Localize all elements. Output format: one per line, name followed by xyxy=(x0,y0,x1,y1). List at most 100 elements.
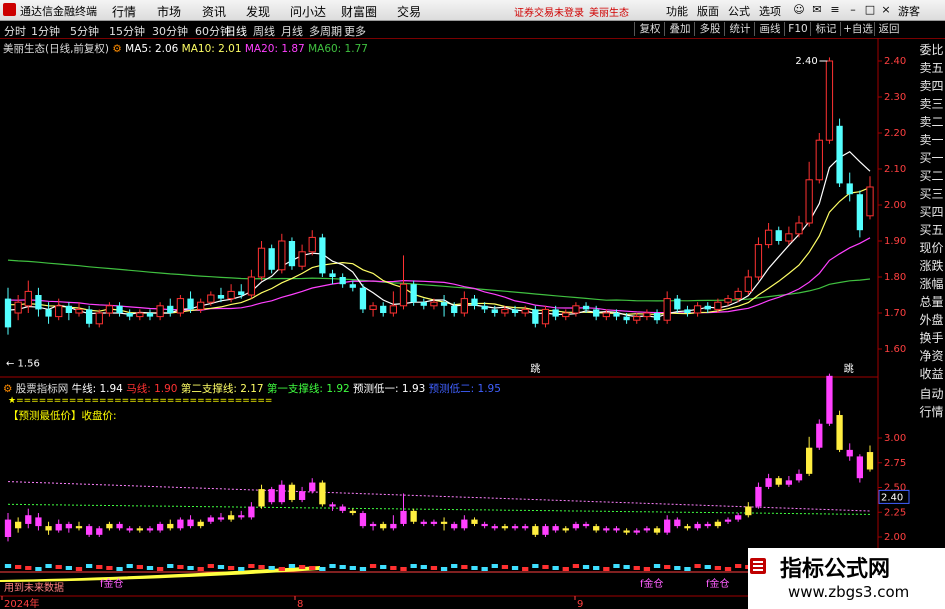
ind-bar-30 xyxy=(309,482,316,492)
tf-daily[interactable]: 日线 xyxy=(225,23,247,39)
candle-body-60 xyxy=(613,313,620,317)
btn-diejia[interactable]: 叠加 xyxy=(664,22,695,36)
ind-bar-5 xyxy=(55,523,62,531)
ind-bar-59 xyxy=(603,528,610,531)
menu-gongshi[interactable]: 公式 xyxy=(728,3,750,19)
timeframe-toolbar: 分时 1分钟 5分钟 15分钟 30分钟 60分钟 日线 周线 月线 多周期 更… xyxy=(0,21,945,39)
btn-huaxian[interactable]: 画线 xyxy=(754,22,785,36)
candle-body-12 xyxy=(126,313,133,317)
ind-bar-6 xyxy=(65,523,72,529)
btn-fuquan[interactable]: 复权 xyxy=(634,22,665,36)
band-marker-3 xyxy=(35,567,42,571)
login-warning[interactable]: 证券交易未登录 xyxy=(514,4,584,19)
y-tick-label-5: 1.90 xyxy=(884,236,906,247)
menu-zixun[interactable]: 资讯 xyxy=(202,3,226,20)
restore-icon[interactable]: □ xyxy=(862,2,878,17)
candle-body-79 xyxy=(805,179,813,224)
sidebar-item-9[interactable]: 买四 xyxy=(918,203,945,221)
ind-bar-70 xyxy=(714,521,722,527)
tf-15min[interactable]: 15分钟 xyxy=(109,23,145,39)
candle-body-6 xyxy=(65,305,72,313)
close-icon[interactable]: × xyxy=(878,2,894,17)
sidebar-item-16[interactable]: 换手 xyxy=(918,329,945,347)
band-marker-63 xyxy=(643,567,651,571)
menu-jiaoyi[interactable]: 交易 xyxy=(397,3,421,20)
btn-biaoji[interactable]: 标记 xyxy=(810,22,841,36)
sidebar-item-2[interactable]: 卖四 xyxy=(918,77,945,95)
tf-more[interactable]: 更多 xyxy=(344,23,366,39)
btn-tongji[interactable]: 统计 xyxy=(724,22,755,36)
menu-xuanxiang[interactable]: 选项 xyxy=(759,3,781,19)
sidebar-item-1[interactable]: 卖五 xyxy=(918,59,945,77)
sidebar-item-20[interactable]: 行情 xyxy=(918,403,945,421)
sidebar-item-19[interactable]: 自动 xyxy=(918,385,945,403)
menu-icon[interactable]: ≡ xyxy=(827,2,843,17)
candle-body-56 xyxy=(572,305,580,314)
menu-gongneng[interactable]: 功能 xyxy=(666,3,688,19)
sidebar-item-15[interactable]: 外盘 xyxy=(918,311,945,329)
sidebar-item-4[interactable]: 卖二 xyxy=(918,113,945,131)
btn-f10[interactable]: F10 xyxy=(784,22,811,36)
tf-monthly[interactable]: 月线 xyxy=(281,23,303,39)
tf-5min[interactable]: 5分钟 xyxy=(70,23,99,39)
ind-bar-32 xyxy=(329,504,336,507)
tf-30min[interactable]: 30分钟 xyxy=(152,23,188,39)
ind-bar-29 xyxy=(298,491,306,500)
ind-bar-28 xyxy=(288,484,296,500)
sidebar-item-7[interactable]: 买二 xyxy=(918,167,945,185)
tf-weekly[interactable]: 周线 xyxy=(253,23,275,39)
sidebar-item-18[interactable]: 收益 xyxy=(918,365,945,383)
ind-bar-65 xyxy=(664,519,671,533)
band-marker-21 xyxy=(217,565,225,569)
menu-hangqing[interactable]: 行情 xyxy=(112,3,136,20)
user-icon[interactable]: ☺ xyxy=(791,2,807,17)
btn-zixuan[interactable]: +自选 xyxy=(840,22,875,36)
tf-1min[interactable]: 1分钟 xyxy=(31,23,60,39)
menu-shichang[interactable]: 市场 xyxy=(157,3,181,20)
btn-fanhui[interactable]: 返回 xyxy=(874,22,903,36)
tf-multi[interactable]: 多周期 xyxy=(309,23,342,39)
message-icon[interactable]: ✉ xyxy=(809,2,825,17)
minimize-icon[interactable]: – xyxy=(845,2,861,17)
sidebar-item-11[interactable]: 现价 xyxy=(918,239,945,257)
watermark-logo-icon xyxy=(750,558,766,574)
chart-canvas[interactable]: 2.40 2.30 2.20 2.10 2.00 1.90 1.80 1.70 1.60 2.40… xyxy=(0,38,918,609)
ind-bar-62 xyxy=(633,530,640,533)
sidebar-item-17[interactable]: 净资 xyxy=(918,347,945,365)
btn-duogu[interactable]: 多股 xyxy=(694,22,725,36)
candle-body-29 xyxy=(298,251,306,267)
sidebar-item-8[interactable]: 买三 xyxy=(918,185,945,203)
sidebar-item-14[interactable]: 总量 xyxy=(918,293,945,311)
sidebar-item-5[interactable]: 卖一 xyxy=(918,131,945,149)
band-marker-38 xyxy=(390,566,397,570)
candle-body-27 xyxy=(278,240,286,271)
candle-body-7 xyxy=(75,308,83,314)
sidebar-item-13[interactable]: 涨幅 xyxy=(918,275,945,293)
candle-body-15 xyxy=(156,305,164,318)
sidebar-item-12[interactable]: 涨跌 xyxy=(918,257,945,275)
sidebar-item-0[interactable]: 委比 xyxy=(918,41,945,59)
band-marker-40 xyxy=(410,564,417,568)
ind-bar-77 xyxy=(785,480,793,485)
menu-banmian[interactable]: 版面 xyxy=(697,3,719,19)
sidebar-item-3[interactable]: 卖三 xyxy=(918,95,945,113)
ind-y-tick-label-3: 2.25 xyxy=(884,507,906,518)
candle-body-36 xyxy=(369,305,377,310)
candle-body-20 xyxy=(207,294,215,303)
ind-bar-69 xyxy=(704,523,711,527)
band-marker-25 xyxy=(258,565,265,569)
band-marker-55 xyxy=(562,567,569,571)
menu-caifuquan[interactable]: 财富圈 xyxy=(341,3,377,20)
band-marker-71 xyxy=(724,567,732,571)
band-marker-15 xyxy=(156,567,164,571)
menu-wenxiaoda[interactable]: 问小达 xyxy=(290,3,326,20)
ind-bar-50 xyxy=(511,526,519,529)
sidebar-item-6[interactable]: 买一 xyxy=(918,149,945,167)
ind-bar-7 xyxy=(75,526,83,529)
tf-fenshi[interactable]: 分时 xyxy=(4,23,26,39)
guest-label[interactable]: 游客 xyxy=(898,3,920,19)
band-marker-66 xyxy=(674,566,681,570)
sidebar-item-10[interactable]: 买五 xyxy=(918,221,945,239)
candle-body-84 xyxy=(856,194,864,231)
menu-faxian[interactable]: 发现 xyxy=(246,3,270,20)
